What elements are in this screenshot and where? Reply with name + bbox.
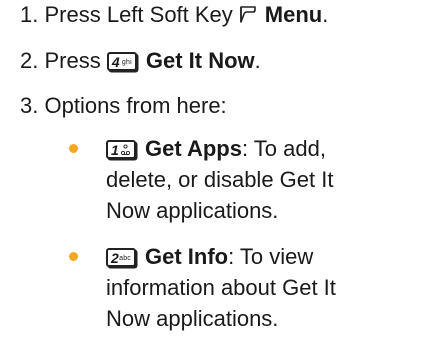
- key-4-icon: 4 ghi: [106, 51, 137, 71]
- step-3: 3. Options from here:: [20, 93, 227, 119]
- key-digit: 2: [111, 249, 119, 266]
- option-get-info: 2 abc Get Info: To view: [106, 244, 313, 270]
- option-description-line: Now applications.: [106, 198, 279, 223]
- get-info-label: Get Info: [145, 244, 229, 269]
- step-number: 3.: [20, 93, 39, 118]
- key-digit: 1: [111, 141, 119, 158]
- step-punct: .: [322, 2, 329, 27]
- key-2-icon: 2 abc: [106, 247, 136, 267]
- option-description-line: delete, or disable Get It: [106, 167, 334, 192]
- option-description: : To add,: [241, 136, 326, 161]
- step-text: Press: [44, 48, 101, 73]
- step-text: Options from here:: [44, 93, 227, 118]
- get-it-now-label: Get It Now: [145, 48, 255, 73]
- option-description-line: Now applications.: [106, 306, 279, 331]
- menu-label: Menu: [264, 2, 323, 27]
- bullet: [69, 144, 78, 153]
- key-digit: 4: [111, 53, 120, 70]
- key-1-icon: 1: [106, 139, 136, 159]
- step-2: 2. Press 4 ghi Get It Now.: [20, 48, 261, 74]
- option-description: : To view: [228, 244, 314, 269]
- left-soft-key-icon: [239, 6, 256, 23]
- step-number: 1.: [20, 2, 39, 27]
- key-letters: abc: [119, 254, 131, 262]
- option-description-line: information about Get It: [106, 275, 336, 300]
- step-1: 1. Press Left Soft Key Menu.: [20, 2, 328, 28]
- bullet: [69, 252, 78, 261]
- step-text: Press Left Soft Key: [44, 2, 233, 27]
- step-punct: .: [254, 48, 261, 73]
- step-number: 2.: [20, 48, 39, 73]
- option-get-apps: 1 Get Apps: To add,: [106, 136, 326, 162]
- voicemail-icon: [120, 143, 131, 155]
- get-apps-label: Get Apps: [145, 136, 242, 161]
- key-letters: ghi: [121, 58, 132, 66]
